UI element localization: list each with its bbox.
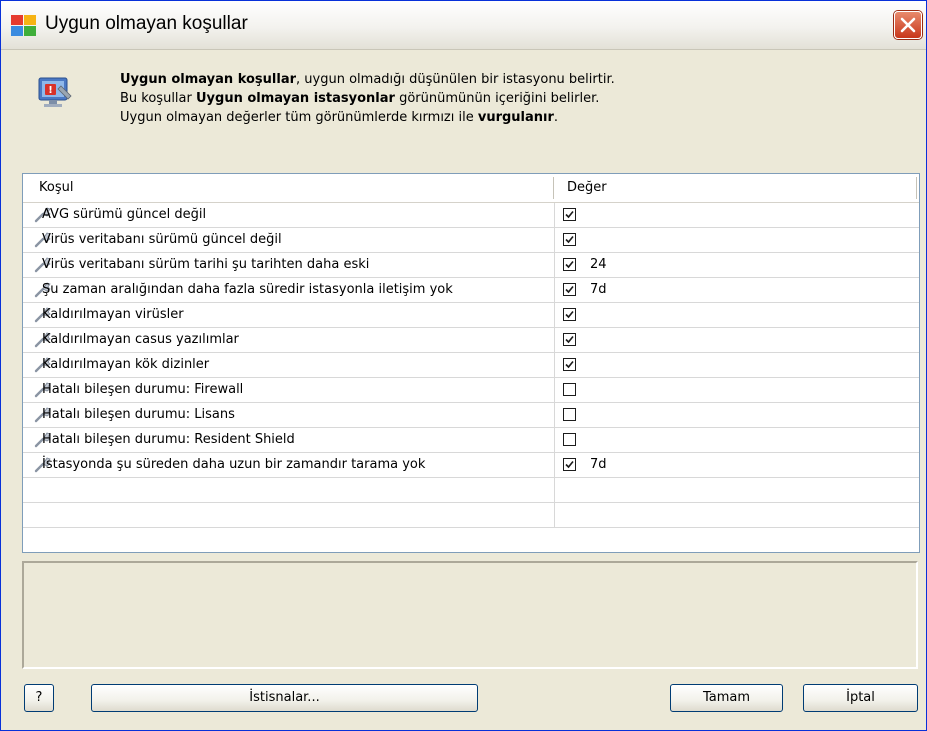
table-row[interactable]: Hatalı bileşen durumu: Lisans	[23, 403, 919, 428]
header-line2-a: Bu koşullar	[120, 91, 196, 106]
row-column-divider	[554, 328, 555, 352]
header-line2-b: görünümünün içeriğini belirler.	[394, 91, 600, 106]
condition-checkbox[interactable]	[563, 283, 576, 296]
condition-checkbox[interactable]	[563, 233, 576, 246]
condition-checkbox[interactable]	[563, 383, 576, 396]
row-column-divider	[554, 203, 555, 227]
row-column-divider	[554, 428, 555, 452]
condition-label: Virüs veritabanı sürüm tarihi şu tarihte…	[42, 257, 370, 272]
table-row[interactable]: Hatalı bileşen durumu: Resident Shield	[23, 428, 919, 453]
condition-value[interactable]: 7d	[590, 282, 607, 297]
description-panel	[22, 561, 918, 669]
close-icon	[900, 17, 916, 33]
empty-table-row	[23, 503, 919, 528]
condition-checkbox[interactable]	[563, 358, 576, 371]
condition-label: Virüs veritabanı sürümü güncel değil	[42, 232, 282, 247]
row-column-divider	[554, 378, 555, 402]
row-column-divider	[554, 478, 555, 502]
header-line1-rest: , uygun olmadığı düşünülen bir istasyonu…	[296, 72, 615, 87]
avg-logo-icon	[11, 15, 36, 36]
row-column-divider	[554, 503, 555, 527]
condition-checkbox[interactable]	[563, 308, 576, 321]
info-header: ! Uygun olmayan koşullar, uygun olmadığı…	[9, 50, 918, 162]
header-description: Uygun olmayan koşullar, uygun olmadığı d…	[120, 70, 615, 127]
row-column-divider	[554, 353, 555, 377]
condition-label: AVG sürümü güncel değil	[42, 207, 207, 222]
row-column-divider	[554, 453, 555, 477]
row-column-divider	[554, 303, 555, 327]
condition-label: Hatalı bileşen durumu: Resident Shield	[42, 432, 295, 447]
table-row[interactable]: Kaldırılmayan casus yazılımlar	[23, 328, 919, 353]
table-row[interactable]: AVG sürümü güncel değil	[23, 203, 919, 228]
table-row[interactable]: İstasyonda şu süreden daha uzun bir zama…	[23, 453, 919, 478]
title-bar[interactable]: Uygun olmayan koşullar	[1, 1, 926, 50]
empty-table-row	[23, 478, 919, 503]
ok-button[interactable]: Tamam	[670, 684, 783, 712]
row-column-divider	[554, 228, 555, 252]
row-column-divider	[554, 278, 555, 302]
condition-checkbox[interactable]	[563, 408, 576, 421]
table-row[interactable]: Şu zaman aralığından daha fazla süredir …	[23, 278, 919, 303]
table-row[interactable]: Kaldırılmayan kök dizinler	[23, 353, 919, 378]
header-line1-bold: Uygun olmayan koşullar	[120, 72, 297, 87]
condition-label: Hatalı bileşen durumu: Firewall	[42, 382, 244, 397]
condition-label: Kaldırılmayan casus yazılımlar	[42, 332, 239, 347]
column-header-condition[interactable]: Koşul	[39, 180, 73, 195]
dialog-window: Uygun olmayan koşullar ! Uygun olmayan k…	[0, 0, 927, 731]
grid-header: Koşul Değer	[23, 174, 919, 203]
condition-label: Kaldırılmayan virüsler	[42, 307, 184, 322]
close-button[interactable]	[894, 11, 922, 39]
conditions-grid: Koşul Değer AVG sürümü güncel değil Virüs…	[22, 173, 920, 553]
condition-label: Kaldırılmayan kök dizinler	[42, 357, 210, 372]
condition-label: Hatalı bileşen durumu: Lisans	[42, 407, 235, 422]
table-row[interactable]: Virüs veritabanı sürüm tarihi şu tarihte…	[23, 253, 919, 278]
condition-value[interactable]: 7d	[590, 457, 607, 472]
column-separator[interactable]	[553, 177, 554, 199]
monitor-warning-icon: !	[38, 77, 72, 107]
condition-value[interactable]: 24	[590, 257, 607, 272]
column-header-value[interactable]: Değer	[567, 180, 607, 195]
header-line3-bold: vurgulanır	[477, 110, 554, 125]
row-column-divider	[554, 253, 555, 277]
condition-checkbox[interactable]	[563, 208, 576, 221]
exceptions-button[interactable]: İstisnalar...	[91, 684, 478, 712]
cancel-button[interactable]: İptal	[803, 684, 918, 712]
condition-checkbox[interactable]	[563, 433, 576, 446]
table-row[interactable]: Virüs veritabanı sürümü güncel değil	[23, 228, 919, 253]
window-title: Uygun olmayan koşullar	[45, 13, 248, 34]
svg-text:!: !	[48, 85, 53, 96]
condition-label: Şu zaman aralığından daha fazla süredir …	[42, 282, 453, 297]
help-button[interactable]: ?	[24, 684, 54, 712]
header-line2-bold: Uygun olmayan istasyonlar	[196, 91, 395, 106]
table-row[interactable]: Kaldırılmayan virüsler	[23, 303, 919, 328]
condition-label: İstasyonda şu süreden daha uzun bir zama…	[42, 457, 426, 472]
header-line3-b: .	[553, 110, 559, 125]
table-row[interactable]: Hatalı bileşen durumu: Firewall	[23, 378, 919, 403]
header-line3-a: Uygun olmayan değerler tüm görünümlerde …	[120, 110, 478, 125]
column-separator[interactable]	[916, 177, 917, 199]
row-column-divider	[554, 403, 555, 427]
condition-checkbox[interactable]	[563, 258, 576, 271]
condition-checkbox[interactable]	[563, 458, 576, 471]
condition-checkbox[interactable]	[563, 333, 576, 346]
